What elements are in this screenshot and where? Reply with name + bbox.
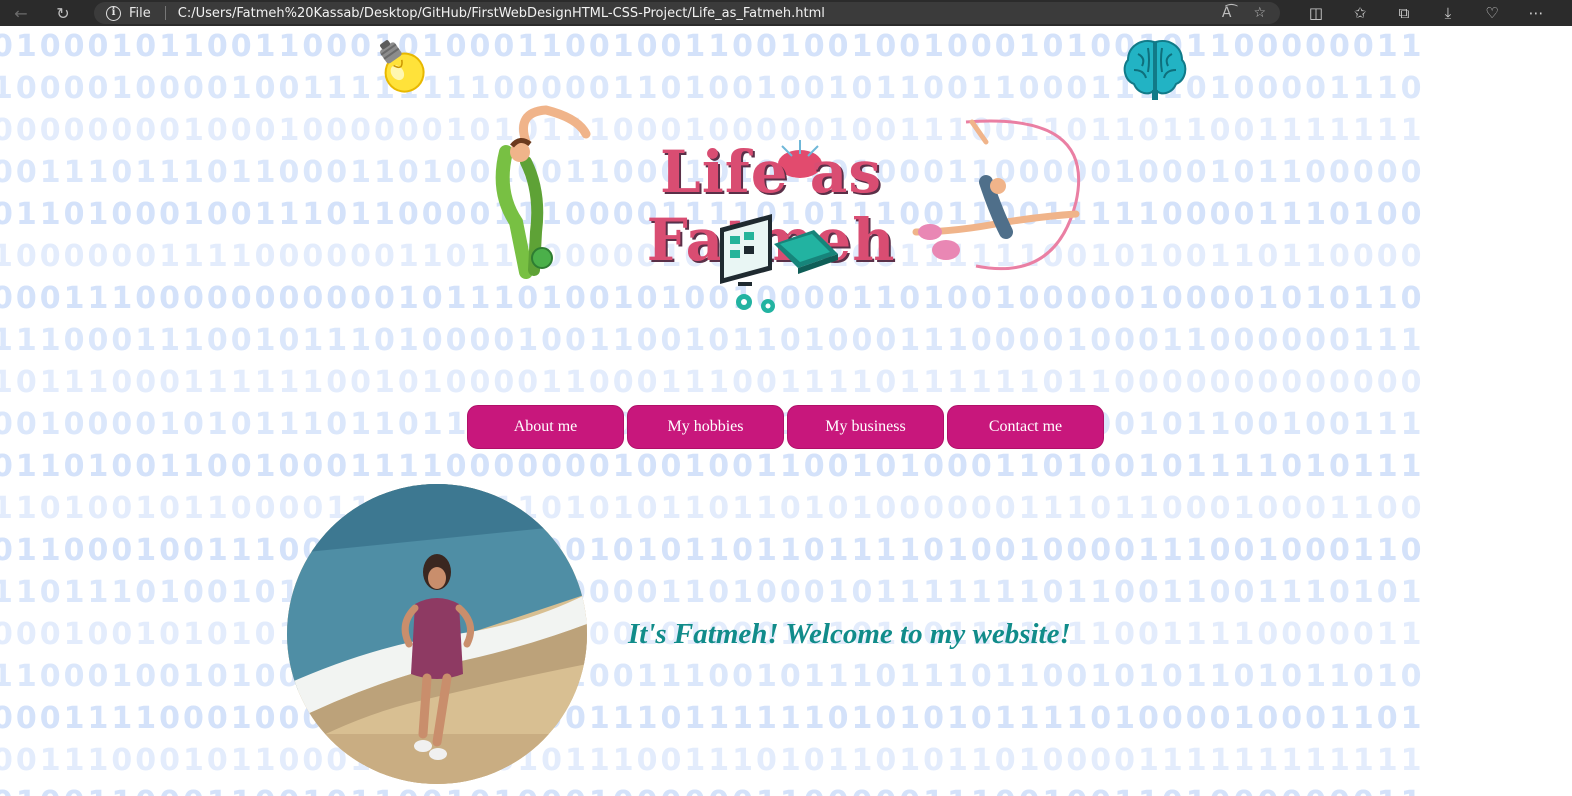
nav-contact-me[interactable]: Contact me xyxy=(947,405,1104,449)
nav-my-business[interactable]: My business xyxy=(787,405,944,449)
scheme-label: File xyxy=(129,5,151,21)
nav-my-hobbies[interactable]: My hobbies xyxy=(627,405,784,449)
welcome-heading: It's Fatmeh! Welcome to my website! xyxy=(628,618,1071,650)
back-icon[interactable]: ← xyxy=(8,2,34,24)
read-aloud-icon[interactable]: A͡ xyxy=(1222,5,1232,21)
performance-icon[interactable]: ♡ xyxy=(1470,2,1514,24)
nav-about-me[interactable]: About me xyxy=(467,405,624,449)
address-actions: A͡ ☆ xyxy=(1222,2,1266,24)
browser-toolbar: ← ↻ i File C:/Users/Fatmeh%20Kassab/Desk… xyxy=(0,0,1572,26)
downloads-icon[interactable]: ⤓ xyxy=(1426,2,1470,24)
profile-photo xyxy=(287,484,587,784)
favorites-icon[interactable]: ✩ xyxy=(1338,2,1382,24)
toolbar-icons: ◫ ✩ ⧉ ⤓ ♡ ⋯ xyxy=(1294,2,1558,24)
info-icon[interactable]: i xyxy=(106,5,121,21)
more-icon[interactable]: ⋯ xyxy=(1514,2,1558,24)
split-screen-icon[interactable]: ◫ xyxy=(1294,2,1338,24)
address-divider xyxy=(164,6,166,20)
url-text[interactable]: C:/Users/Fatmeh%20Kassab/Desktop/GitHub/… xyxy=(178,6,825,21)
web-page: 0100010110011000101000110010011001001001… xyxy=(0,26,1572,796)
brain-icon xyxy=(1123,40,1187,100)
collections-icon[interactable]: ⧉ xyxy=(1382,2,1426,24)
site-logo: Life as Fatmeh xyxy=(486,82,1092,318)
main-nav: About me My hobbies My business Contact … xyxy=(467,405,1104,449)
address-bar[interactable]: i File C:/Users/Fatmeh%20Kassab/Desktop/… xyxy=(94,2,1280,24)
computer-illustration xyxy=(720,214,838,313)
favorite-star-icon[interactable]: ☆ xyxy=(1253,5,1266,21)
refresh-icon[interactable]: ↻ xyxy=(50,2,76,24)
light-bulb-icon xyxy=(380,40,425,93)
